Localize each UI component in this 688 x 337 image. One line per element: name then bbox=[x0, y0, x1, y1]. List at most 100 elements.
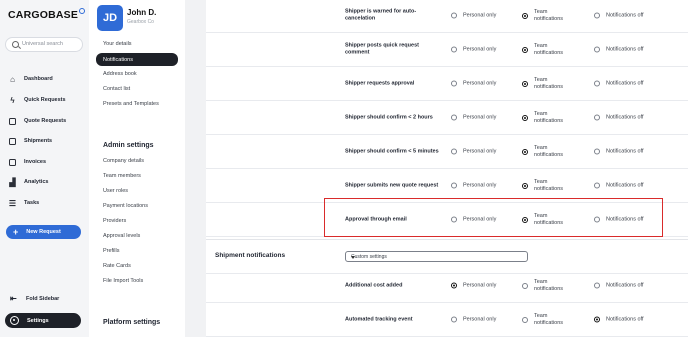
radio-option-personal[interactable]: Personal only bbox=[451, 80, 496, 87]
chevron-down-icon bbox=[351, 255, 355, 259]
universal-search-input[interactable]: Universal search bbox=[5, 37, 83, 52]
settings-item-approval-levels[interactable]: Approval levels bbox=[103, 233, 140, 239]
settings-item-company-details[interactable]: Company details bbox=[103, 158, 144, 164]
radio-option-team[interactable]: Team notifications bbox=[522, 9, 572, 23]
radio-button[interactable] bbox=[451, 182, 457, 189]
radio-button[interactable] bbox=[522, 12, 528, 19]
radio-option-personal[interactable]: Personal only bbox=[451, 46, 496, 53]
document-icon bbox=[8, 117, 17, 126]
radio-option-personal[interactable]: Personal only bbox=[451, 182, 496, 189]
nav-shipments[interactable]: Shipments bbox=[8, 134, 52, 148]
radio-button[interactable] bbox=[594, 182, 600, 189]
radio-option-off[interactable]: Notifications off bbox=[594, 316, 644, 323]
radio-label: Team notifications bbox=[534, 110, 564, 124]
radio-label: Notifications off bbox=[606, 182, 644, 188]
settings-item-user-roles[interactable]: User roles bbox=[103, 188, 128, 194]
radio-option-personal[interactable]: Personal only bbox=[451, 114, 496, 121]
platform-settings-heading: Platform settings bbox=[103, 319, 161, 326]
radio-button[interactable] bbox=[594, 46, 600, 53]
notification-row-additional-cost-added: Additional cost added Personal only Team n… bbox=[206, 269, 688, 303]
radio-button[interactable] bbox=[451, 316, 457, 323]
cargobase-logo[interactable]: CARGOBASE bbox=[8, 8, 86, 21]
radio-option-off[interactable]: Notifications off bbox=[594, 80, 644, 87]
radio-button[interactable] bbox=[522, 282, 528, 289]
nav-tasks[interactable]: ☰ Tasks bbox=[8, 196, 39, 210]
home-icon: ⌂ bbox=[10, 74, 15, 84]
settings-item-address-book[interactable]: Address book bbox=[103, 71, 137, 77]
radio-label: Team notifications bbox=[534, 178, 564, 192]
radio-option-off[interactable]: Notifications off bbox=[594, 46, 644, 53]
invoice-icon bbox=[8, 158, 17, 167]
radio-label: Team notifications bbox=[534, 312, 564, 326]
settings-item-payment-locations[interactable]: Payment locations bbox=[103, 203, 148, 209]
notification-label: Shipper posts quick request comment bbox=[345, 42, 419, 56]
settings-item-team-members[interactable]: Team members bbox=[103, 173, 141, 179]
radio-option-off[interactable]: Notifications off bbox=[594, 12, 644, 19]
settings-item-contact-list[interactable]: Contact list bbox=[103, 86, 130, 92]
radio-button[interactable] bbox=[451, 114, 457, 121]
radio-button[interactable] bbox=[522, 46, 528, 53]
radio-button[interactable] bbox=[594, 316, 600, 323]
radio-option-team[interactable]: Team notifications bbox=[522, 313, 572, 327]
radio-option-personal[interactable]: Personal only bbox=[451, 282, 496, 289]
radio-button[interactable] bbox=[594, 80, 600, 87]
radio-button[interactable] bbox=[594, 148, 600, 155]
radio-option-personal[interactable]: Personal only bbox=[451, 316, 496, 323]
radio-button[interactable] bbox=[522, 148, 528, 155]
plus-icon: + bbox=[13, 226, 19, 237]
radio-button[interactable] bbox=[522, 80, 528, 87]
settings-item-providers[interactable]: Providers bbox=[103, 218, 126, 224]
settings-item-your-details[interactable]: Your details bbox=[103, 41, 132, 47]
settings-item-prefills[interactable]: Prefills bbox=[103, 248, 120, 254]
radio-label: Team notifications bbox=[534, 278, 564, 292]
nav-dashboard[interactable]: ⌂ Dashboard bbox=[8, 72, 53, 86]
notification-row-automated-tracking-event: Automated tracking event Personal only Tea… bbox=[206, 303, 688, 337]
gear-icon bbox=[10, 316, 19, 325]
nav-quote-requests[interactable]: Quote Requests bbox=[8, 114, 66, 128]
radio-option-team[interactable]: Team notifications bbox=[522, 179, 572, 193]
settings-item-notifications[interactable]: Notifications bbox=[96, 53, 178, 66]
radio-button[interactable] bbox=[451, 12, 457, 19]
radio-button[interactable] bbox=[451, 148, 457, 155]
nav-settings[interactable]: Settings bbox=[5, 313, 81, 328]
radio-button[interactable] bbox=[451, 282, 457, 289]
radio-button[interactable] bbox=[522, 114, 528, 121]
radio-option-off[interactable]: Notifications off bbox=[594, 282, 644, 289]
radio-label: Notifications off bbox=[606, 148, 644, 154]
radio-option-team[interactable]: Team notifications bbox=[522, 279, 572, 293]
radio-button[interactable] bbox=[451, 46, 457, 53]
section-title: Shipment notifications bbox=[215, 252, 286, 259]
radio-option-personal[interactable]: Personal only bbox=[451, 148, 496, 155]
chart-icon: ▟ bbox=[9, 177, 16, 187]
radio-button[interactable] bbox=[594, 114, 600, 121]
radio-label: Personal only bbox=[463, 12, 497, 18]
settings-item-presets[interactable]: Presets and Templates bbox=[103, 101, 159, 107]
shipment-settings-dropdown[interactable]: Custom settings bbox=[345, 251, 528, 262]
nav-analytics[interactable]: ▟ Analytics bbox=[8, 175, 48, 189]
radio-option-team[interactable]: Team notifications bbox=[522, 77, 572, 91]
radio-option-team[interactable]: Team notifications bbox=[522, 111, 572, 125]
notification-label: Shipper requests approval bbox=[345, 79, 415, 86]
radio-label: Personal only bbox=[463, 282, 497, 288]
radio-option-off[interactable]: Notifications off bbox=[594, 182, 644, 189]
radio-button[interactable] bbox=[522, 316, 528, 323]
radio-button[interactable] bbox=[594, 282, 600, 289]
fold-sidebar-button[interactable]: ⇤ Fold Sidebar bbox=[10, 295, 59, 303]
nav-invoices[interactable]: Invoices bbox=[8, 155, 46, 169]
radio-option-off[interactable]: Notifications off bbox=[594, 114, 644, 121]
radio-option-team[interactable]: Team notifications bbox=[522, 145, 572, 159]
new-request-button[interactable]: + New Request bbox=[6, 225, 81, 239]
settings-item-file-import-tools[interactable]: File Import Tools bbox=[103, 278, 143, 284]
radio-label: Team notifications bbox=[534, 144, 564, 158]
radio-button[interactable] bbox=[522, 182, 528, 189]
radio-option-personal[interactable]: Personal only bbox=[451, 12, 496, 19]
radio-option-team[interactable]: Team notifications bbox=[522, 43, 572, 57]
radio-button[interactable] bbox=[594, 12, 600, 19]
radio-label: Team notifications bbox=[534, 76, 564, 90]
settings-item-rate-cards[interactable]: Rate Cards bbox=[103, 263, 131, 269]
avatar: JD bbox=[97, 5, 123, 31]
radio-button[interactable] bbox=[451, 80, 457, 87]
radio-option-off[interactable]: Notifications off bbox=[594, 148, 644, 155]
nav-quick-requests[interactable]: ϟ Quick Requests bbox=[8, 93, 65, 107]
notification-row-shipper-posts-quick-request-comment: Shipper posts quick request comment Perso… bbox=[206, 33, 688, 67]
